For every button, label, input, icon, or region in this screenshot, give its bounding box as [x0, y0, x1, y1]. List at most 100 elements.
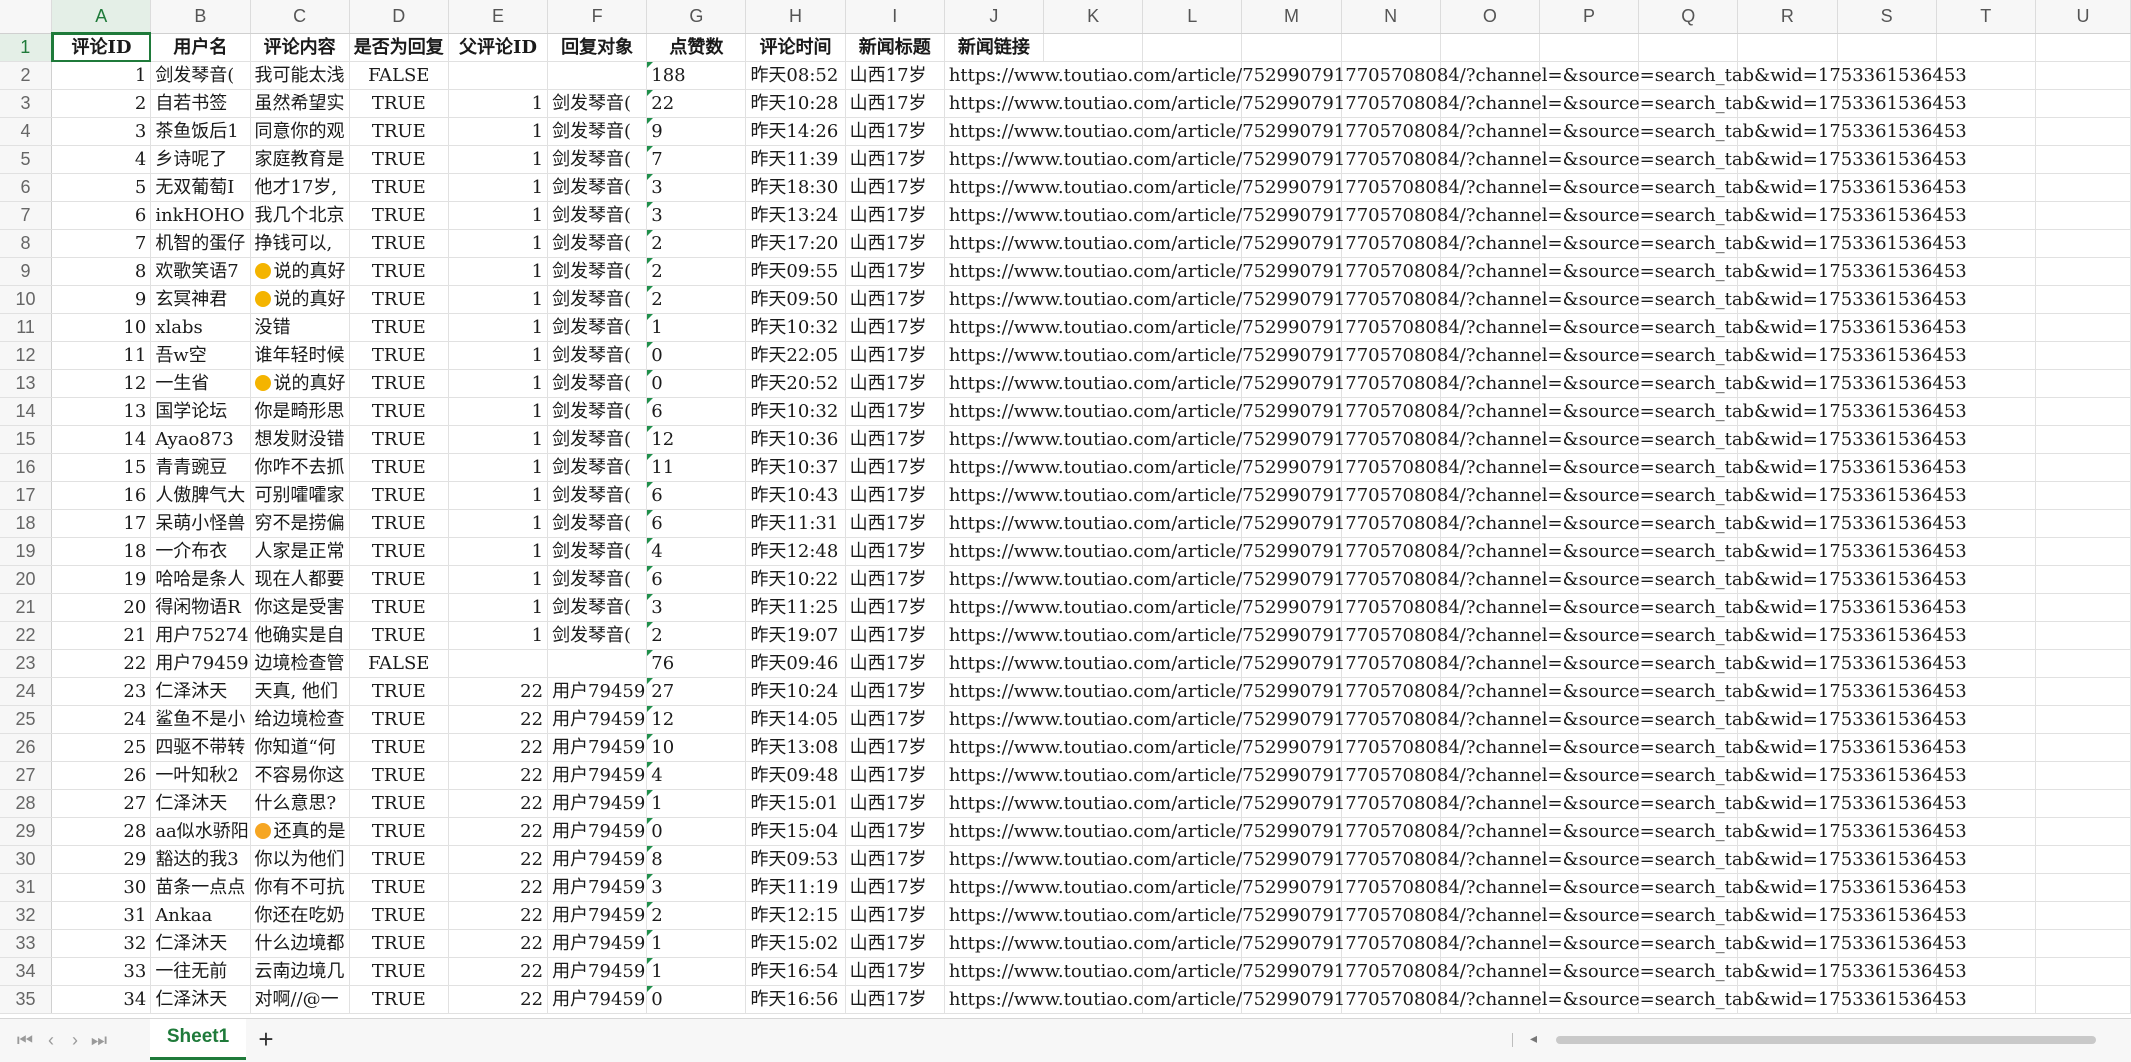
cell-comment-id[interactable]: 13 [51, 397, 152, 426]
cell-comment-time[interactable]: 昨天15:02 [745, 929, 846, 958]
cell-comment-content[interactable]: 对啊//@一 [250, 985, 350, 1014]
cell-news-title[interactable]: 山西17岁 [845, 453, 945, 482]
cell-reply-to[interactable] [547, 649, 648, 678]
cell-likes[interactable]: 188 [646, 61, 747, 90]
cell-comment-content[interactable]: 谁年轻时候 [250, 341, 350, 370]
cell-news-url[interactable]: https://www.toutiao.com/article/75299079… [944, 453, 1967, 482]
cell-likes[interactable]: 0 [646, 985, 747, 1014]
cell-comment-content[interactable]: 天真, 他们 [250, 677, 350, 706]
cell-comment-time[interactable]: 昨天10:43 [745, 481, 846, 510]
cell-is-reply[interactable]: TRUE [349, 481, 449, 510]
cell-comment-content[interactable]: 你以为他们 [250, 845, 350, 874]
cell-comment-content[interactable]: 他确实是自 [250, 621, 350, 650]
cell-comment-time[interactable]: 昨天09:53 [745, 845, 846, 874]
cell-news-title[interactable]: 山西17岁 [845, 985, 945, 1014]
cell-reply-to[interactable]: 剑发琴音( [547, 453, 648, 482]
cell-is-reply[interactable]: TRUE [349, 257, 449, 286]
cell-comment-id[interactable]: 27 [51, 789, 152, 818]
row-header[interactable]: 29 [0, 817, 53, 846]
cell-comment-id[interactable]: 30 [51, 873, 152, 902]
cell-comment-time[interactable]: 昨天09:46 [745, 649, 846, 678]
cell-reply-to[interactable]: 用户79459 [547, 901, 648, 930]
cell-comment-time[interactable]: 昨天12:15 [745, 901, 846, 930]
cell-parent-id[interactable]: 22 [448, 677, 549, 706]
cell-reply-to[interactable]: 剑发琴音( [547, 117, 648, 146]
cell-likes[interactable]: 1 [646, 789, 747, 818]
cell-comment-content[interactable]: 给边境检查 [250, 705, 350, 734]
row-header[interactable]: 34 [0, 957, 53, 986]
row-header[interactable]: 24 [0, 677, 53, 706]
cell-news-url[interactable]: https://www.toutiao.com/article/75299079… [944, 173, 1967, 202]
cell-comment-id[interactable]: 14 [51, 425, 152, 454]
header-cell[interactable]: 用户名 [150, 33, 251, 62]
empty-cell[interactable] [2035, 117, 2131, 146]
empty-cell[interactable] [1737, 33, 1838, 62]
cell-news-url[interactable]: https://www.toutiao.com/article/75299079… [944, 201, 1967, 230]
cell-comment-time[interactable]: 昨天10:24 [745, 677, 846, 706]
cell-reply-to[interactable]: 剑发琴音( [547, 481, 648, 510]
cell-comment-content[interactable]: 我几个北京 [250, 201, 350, 230]
cell-comment-time[interactable]: 昨天13:24 [745, 201, 846, 230]
cell-comment-id[interactable]: 16 [51, 481, 152, 510]
cell-news-title[interactable]: 山西17岁 [845, 257, 945, 286]
cell-reply-to[interactable]: 用户79459 [547, 789, 648, 818]
column-header-b[interactable]: B [150, 0, 251, 34]
cell-comment-id[interactable]: 6 [51, 201, 152, 230]
cell-comment-id[interactable]: 28 [51, 817, 152, 846]
cell-comment-id[interactable]: 20 [51, 593, 152, 622]
cell-news-url[interactable]: https://www.toutiao.com/article/75299079… [944, 873, 1967, 902]
cell-reply-to[interactable]: 剑发琴音( [547, 397, 648, 426]
cell-parent-id[interactable]: 22 [448, 985, 549, 1014]
header-cell[interactable]: 评论ID [51, 33, 152, 62]
row-header[interactable]: 12 [0, 341, 53, 370]
cell-news-title[interactable]: 山西17岁 [845, 117, 945, 146]
column-header-e[interactable]: E [448, 0, 549, 34]
row-header[interactable]: 17 [0, 481, 53, 510]
cell-parent-id[interactable]: 1 [448, 285, 549, 314]
empty-cell[interactable] [2035, 649, 2131, 678]
cell-reply-to[interactable]: 用户79459 [547, 845, 648, 874]
cell-reply-to[interactable]: 用户79459 [547, 733, 648, 762]
spreadsheet-grid[interactable]: A B C D E F G H I J K L M N O P Q R S T U 1 评论ID 用户名 评论内容 是否为回复 父评… [0, 0, 2131, 1018]
header-cell[interactable]: 新闻标题 [845, 33, 945, 62]
cell-parent-id[interactable]: 22 [448, 957, 549, 986]
cell-comment-id[interactable]: 1 [51, 61, 152, 90]
cell-likes[interactable]: 1 [646, 929, 747, 958]
column-header-o[interactable]: O [1440, 0, 1540, 34]
header-cell[interactable]: 回复对象 [547, 33, 648, 62]
cell-comment-id[interactable]: 34 [51, 985, 152, 1014]
cell-news-title[interactable]: 山西17岁 [845, 565, 945, 594]
cell-comment-content[interactable]: 你知道“何 [250, 733, 350, 762]
cell-likes[interactable]: 4 [646, 537, 747, 566]
empty-cell[interactable] [2035, 761, 2131, 790]
empty-cell[interactable] [2035, 61, 2131, 90]
cell-likes[interactable]: 6 [646, 481, 747, 510]
cell-parent-id[interactable]: 1 [448, 509, 549, 538]
cell-is-reply[interactable]: TRUE [349, 145, 449, 174]
cell-news-url[interactable]: https://www.toutiao.com/article/75299079… [944, 397, 1967, 426]
empty-cell[interactable] [2035, 789, 2131, 818]
cell-comment-time[interactable]: 昨天16:54 [745, 957, 846, 986]
empty-cell[interactable] [2035, 677, 2131, 706]
cell-comment-time[interactable]: 昨天17:20 [745, 229, 846, 258]
cell-is-reply[interactable]: TRUE [349, 929, 449, 958]
cell-is-reply[interactable]: TRUE [349, 173, 449, 202]
empty-cell[interactable] [2035, 425, 2131, 454]
empty-cell[interactable] [2035, 509, 2131, 538]
cell-username[interactable]: 哈哈是条人 [150, 565, 251, 594]
cell-parent-id[interactable]: 1 [448, 313, 549, 342]
cell-news-title[interactable]: 山西17岁 [845, 677, 945, 706]
cell-comment-id[interactable]: 23 [51, 677, 152, 706]
cell-username[interactable]: xlabs [150, 313, 251, 342]
column-header-h[interactable]: H [745, 0, 846, 34]
cell-news-title[interactable]: 山西17岁 [845, 593, 945, 622]
column-header-d[interactable]: D [349, 0, 449, 34]
cell-reply-to[interactable]: 剑发琴音( [547, 425, 648, 454]
cell-news-url[interactable]: https://www.toutiao.com/article/75299079… [944, 313, 1967, 342]
cell-comment-content[interactable]: 边境检查管 [250, 649, 350, 678]
cell-parent-id[interactable]: 22 [448, 789, 549, 818]
cell-username[interactable]: 一往无前 [150, 957, 251, 986]
cell-news-url[interactable]: https://www.toutiao.com/article/75299079… [944, 145, 1967, 174]
cell-news-url[interactable]: https://www.toutiao.com/article/75299079… [944, 565, 1967, 594]
cell-reply-to[interactable]: 剑发琴音( [547, 229, 648, 258]
